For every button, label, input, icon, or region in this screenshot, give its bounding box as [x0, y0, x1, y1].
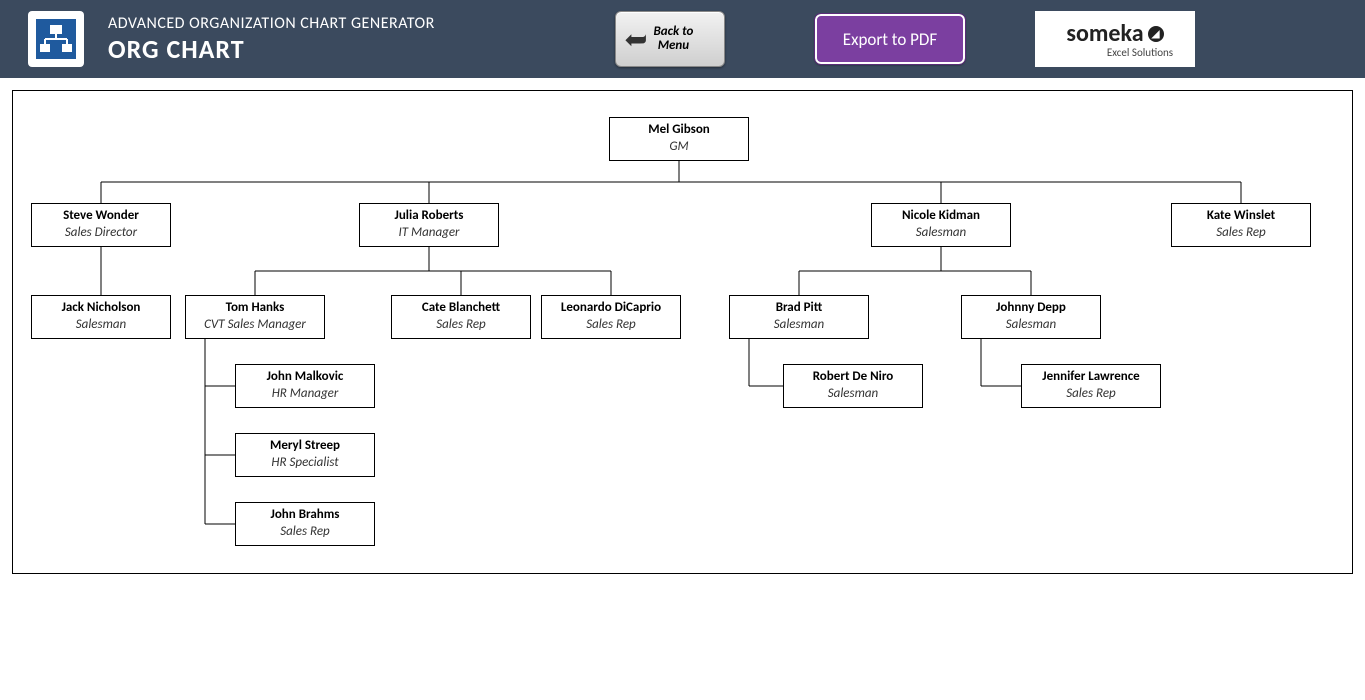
org-node[interactable]: Jennifer LawrenceSales Rep [1021, 364, 1161, 408]
org-node[interactable]: Leonardo DiCaprioSales Rep [541, 295, 681, 339]
brand-badge: someka ◢ Excel Solutions [1035, 11, 1195, 67]
org-node-role: Sales Rep [236, 522, 374, 545]
org-node-name: Brad Pitt [730, 296, 868, 315]
org-node-role: Salesman [32, 315, 170, 338]
org-node[interactable]: John MalkovicHR Manager [235, 364, 375, 408]
back-arrow-icon: ➥ [624, 22, 647, 57]
org-node-name: Leonardo DiCaprio [542, 296, 680, 315]
org-node-name: Meryl Streep [236, 434, 374, 453]
org-node-role: HR Manager [236, 384, 374, 407]
org-node[interactable]: Brad PittSalesman [729, 295, 869, 339]
page-title: ORG CHART [108, 33, 435, 65]
org-node-name: Kate Winslet [1172, 204, 1310, 223]
org-node-role: Salesman [730, 315, 868, 338]
org-chart-icon [36, 19, 76, 59]
org-node[interactable]: Johnny DeppSalesman [961, 295, 1101, 339]
org-node[interactable]: John BrahmsSales Rep [235, 502, 375, 546]
org-node-name: Tom Hanks [186, 296, 324, 315]
org-node[interactable]: Mel GibsonGM [609, 117, 749, 161]
org-node-role: Sales Rep [1172, 223, 1310, 246]
org-node-role: Sales Director [32, 223, 170, 246]
org-node-role: Sales Rep [542, 315, 680, 338]
export-pdf-button[interactable]: Export to PDF [815, 14, 965, 64]
org-node-name: John Brahms [236, 503, 374, 522]
org-node-name: Steve Wonder [32, 204, 170, 223]
org-node-name: Johnny Depp [962, 296, 1100, 315]
org-node-name: Cate Blanchett [392, 296, 530, 315]
header-titles: ADVANCED ORGANIZATION CHART GENERATOR OR… [108, 14, 435, 65]
org-node-role: Sales Rep [392, 315, 530, 338]
brand-tagline: Excel Solutions [1107, 46, 1173, 59]
org-node-role: CVT Sales Manager [186, 315, 324, 338]
org-node-name: Julia Roberts [360, 204, 498, 223]
app-header: ADVANCED ORGANIZATION CHART GENERATOR OR… [0, 0, 1365, 78]
org-node-name: Robert De Niro [784, 365, 922, 384]
org-node[interactable]: Julia RobertsIT Manager [359, 203, 499, 247]
brand-wordmark: someka ◢ [1066, 19, 1163, 48]
org-node[interactable]: Steve WonderSales Director [31, 203, 171, 247]
org-node-role: GM [610, 137, 748, 160]
org-node-role: IT Manager [360, 223, 498, 246]
header-subtitle: ADVANCED ORGANIZATION CHART GENERATOR [108, 14, 435, 33]
org-node-name: Jennifer Lawrence [1022, 365, 1160, 384]
back-button-label: Back to Menu [653, 25, 693, 54]
org-node-role: Salesman [962, 315, 1100, 338]
org-node[interactable]: Tom HanksCVT Sales Manager [185, 295, 325, 339]
org-node[interactable]: Kate WinsletSales Rep [1171, 203, 1311, 247]
org-node-name: Mel Gibson [610, 118, 748, 137]
org-node-role: Salesman [784, 384, 922, 407]
org-node[interactable]: Robert De NiroSalesman [783, 364, 923, 408]
org-node-name: Jack Nicholson [32, 296, 170, 315]
org-node-name: Nicole Kidman [872, 204, 1010, 223]
org-node-role: Sales Rep [1022, 384, 1160, 407]
org-node-name: John Malkovic [236, 365, 374, 384]
back-to-menu-button[interactable]: ➥ Back to Menu [615, 11, 725, 67]
export-button-label: Export to PDF [843, 29, 937, 50]
org-chart-canvas: Mel GibsonGM Steve WonderSales Director Ju… [12, 90, 1353, 574]
brand-dot-icon: ◢ [1148, 26, 1164, 42]
org-node-role: Salesman [872, 223, 1010, 246]
org-node[interactable]: Jack NicholsonSalesman [31, 295, 171, 339]
org-node[interactable]: Meryl StreepHR Specialist [235, 433, 375, 477]
org-node[interactable]: Cate BlanchettSales Rep [391, 295, 531, 339]
org-node[interactable]: Nicole KidmanSalesman [871, 203, 1011, 247]
org-node-role: HR Specialist [236, 453, 374, 476]
app-logo [28, 11, 84, 67]
